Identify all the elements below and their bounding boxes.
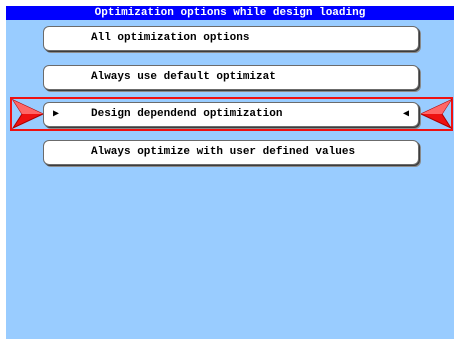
red-pointer-right-icon (12, 99, 44, 129)
selection-arrow-left-icon: ◀ (402, 109, 409, 120)
option-default-optimization[interactable]: Always use default optimizat (43, 65, 419, 90)
option-label: Always use default optimizat (91, 71, 276, 83)
option-design-dependend-optimization[interactable]: ▶ Design dependend optimization ◀ (43, 102, 419, 127)
selection-arrow-right-icon: ▶ (53, 109, 60, 120)
option-user-defined-optimization[interactable]: Always optimize with user defined values (43, 140, 419, 165)
option-label: Always optimize with user defined values (91, 146, 356, 158)
option-label: Design dependend optimization (91, 108, 283, 120)
optimization-screen: Optimization options while design loadin… (6, 6, 454, 339)
option-all-optimization[interactable]: All optimization options (43, 26, 419, 51)
option-label: All optimization options (91, 32, 250, 44)
screen-title: Optimization options while design loadin… (6, 6, 454, 20)
red-pointer-left-icon (420, 99, 452, 129)
